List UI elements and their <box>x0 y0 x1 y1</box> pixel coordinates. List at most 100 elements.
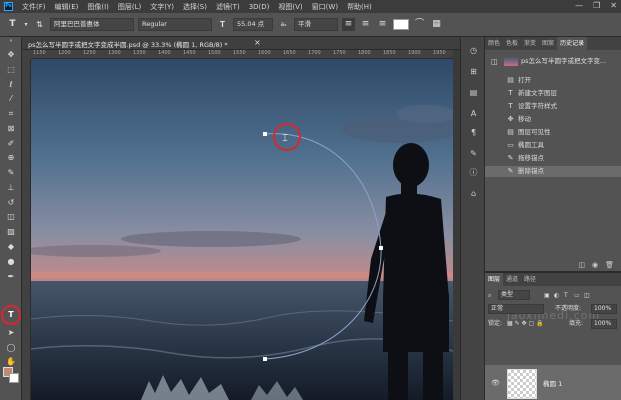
align-center-icon[interactable]: ≡ <box>359 18 372 31</box>
history-item[interactable]: T 新建文字图层 <box>485 88 621 99</box>
minimize-button[interactable]: — <box>575 1 583 10</box>
align-left-icon[interactable]: ≡ <box>342 18 355 31</box>
history-brush-tool-icon[interactable]: ↺ <box>4 197 18 209</box>
align-right-icon[interactable]: ≡ <box>376 18 389 31</box>
glyphs-panel-icon[interactable]: ⌂ <box>468 188 479 199</box>
ruler-origin[interactable] <box>22 50 31 59</box>
brush-tool-icon[interactable]: ✎ <box>4 167 18 179</box>
fill-field[interactable]: 100% <box>591 319 617 329</box>
history-item[interactable]: ✎ 拖移锚点 <box>485 153 621 164</box>
magic-wand-tool-icon[interactable]: ⁄ <box>4 93 18 105</box>
properties-panel-icon[interactable]: ⊞ <box>468 66 479 77</box>
history-item[interactable]: T 设置字符样式 <box>485 101 621 112</box>
menu-edit[interactable]: 编辑(E) <box>55 2 79 12</box>
path-selection-tool-icon[interactable]: ➤ <box>4 327 18 339</box>
history-item[interactable]: ▤ 图层可见性 <box>485 127 621 138</box>
lock-position-icon[interactable]: ✥ <box>522 320 527 327</box>
ellipse-tool-icon[interactable]: ◯ <box>4 342 18 354</box>
text-color-swatch[interactable] <box>393 19 409 30</box>
dodge-tool-icon[interactable]: ● <box>4 256 18 268</box>
menu-3d[interactable]: 3D(D) <box>249 3 270 11</box>
filter-smart-object-icon[interactable]: ◫ <box>584 290 590 301</box>
tab-color[interactable]: 颜色 <box>485 37 503 50</box>
tab-history[interactable]: 历史记录 <box>557 37 588 50</box>
menu-help[interactable]: 帮助(H) <box>347 2 372 12</box>
brush-settings-panel-icon[interactable]: ✎ <box>468 148 479 159</box>
warp-text-icon[interactable]: ⌒ <box>413 18 426 31</box>
menu-window[interactable]: 窗口(W) <box>312 2 338 12</box>
text-orientation-icon[interactable]: ⇅ <box>33 18 46 31</box>
antialias-select[interactable]: 平滑 <box>294 18 338 31</box>
document-tab[interactable]: ps怎么写半圆字或把文字变成半圆.psd @ 33.3% (椭圆 1, RGB/… <box>22 37 460 50</box>
font-size-select[interactable]: 55.04 点 <box>233 18 273 31</box>
filter-pixel-icon[interactable]: ▣ <box>544 290 550 301</box>
filter-shape-icon[interactable]: ▭ <box>574 290 580 301</box>
history-item[interactable]: ▤ 打开 <box>485 75 621 86</box>
character-panel-icon[interactable]: A <box>468 108 479 119</box>
lock-artboard-icon[interactable]: ▢ <box>529 320 535 327</box>
eyedropper-tool-icon[interactable]: ✐ <box>4 138 18 150</box>
tab-layers[interactable]: 图层 <box>485 273 504 286</box>
menu-type[interactable]: 文字(Y) <box>150 2 174 12</box>
gradient-tool-icon[interactable]: ▨ <box>4 226 18 238</box>
eraser-tool-icon[interactable]: ◫ <box>4 211 18 223</box>
restore-button[interactable]: ❐ <box>593 1 600 10</box>
eye-icon[interactable]: 👁 <box>491 379 500 387</box>
clone-stamp-tool-icon[interactable]: ⊥ <box>4 182 18 194</box>
menu-file[interactable]: 文件(F) <box>22 2 46 12</box>
chevron-down-icon[interactable]: ▾ <box>23 18 29 31</box>
collapse-toolbar-icon[interactable]: » <box>4 38 18 44</box>
tab-channels[interactable]: 通道 <box>503 273 521 286</box>
history-item[interactable]: ▭ 椭圆工具 <box>485 140 621 151</box>
layer-kind-select[interactable]: 类型 <box>498 290 530 300</box>
new-document-from-state-icon[interactable]: ◫ <box>578 259 585 271</box>
vertical-scrollbar[interactable] <box>453 50 460 400</box>
menu-view[interactable]: 视图(V) <box>278 2 302 12</box>
character-panel-icon[interactable]: ▦ <box>430 18 443 31</box>
tab-paths[interactable]: 路径 <box>521 273 539 286</box>
filter-adjustment-icon[interactable]: ◐ <box>554 290 559 301</box>
blend-mode-select[interactable]: 正常 <box>488 304 544 314</box>
ruler-tick: 1850 <box>383 50 396 56</box>
menu-image[interactable]: 图像(I) <box>87 2 109 12</box>
font-style-select[interactable]: Regular <box>138 18 212 31</box>
info-panel-icon[interactable]: ⓘ <box>468 167 479 178</box>
background-color-swatch[interactable] <box>9 373 19 383</box>
close-document-icon[interactable]: × <box>254 38 261 47</box>
canvas-image[interactable]: ⌶ <box>31 59 453 400</box>
tab-patterns[interactable]: 图案 <box>539 37 557 50</box>
layer-name[interactable]: 椭圆 1 <box>543 378 562 388</box>
font-family-select[interactable]: 阿里巴巴普惠体 <box>50 18 134 31</box>
tab-gradients[interactable]: 渐变 <box>521 37 539 50</box>
crop-tool-icon[interactable]: ⌗ <box>4 108 18 120</box>
lock-transparent-icon[interactable]: ▦ <box>507 320 513 327</box>
blur-tool-icon[interactable]: ◆ <box>4 241 18 253</box>
camera-icon[interactable]: ◉ <box>592 259 598 271</box>
marquee-tool-icon[interactable]: ⬚ <box>4 64 18 76</box>
adjustments-panel-icon[interactable]: ▤ <box>468 87 479 98</box>
history-footer: ◫ ◉ 🗑 <box>485 259 621 271</box>
healing-brush-tool-icon[interactable]: ⊕ <box>4 152 18 164</box>
history-item-selected[interactable]: ✎ 删除锚点 <box>485 166 621 177</box>
trash-icon[interactable]: 🗑 <box>605 259 614 271</box>
lock-pixels-icon[interactable]: ✎ <box>515 320 520 327</box>
lock-all-icon[interactable]: 🔒 <box>536 320 543 327</box>
filter-type-icon[interactable]: T <box>564 290 568 301</box>
history-snapshot[interactable]: ◫ ps怎么写半圆字或把文字变... <box>485 54 621 69</box>
tab-swatches[interactable]: 色板 <box>503 37 521 50</box>
pen-tool-icon[interactable]: ✒ <box>4 271 18 283</box>
move-tool-icon[interactable]: ✥ <box>4 49 18 61</box>
menu-filter[interactable]: 滤镜(T) <box>216 2 240 12</box>
opacity-field[interactable]: 100% <box>591 304 617 314</box>
history-item[interactable]: ✥ 移动 <box>485 114 621 125</box>
type-tool-preset-icon[interactable]: T <box>6 18 19 31</box>
close-window-button[interactable]: ✕ <box>610 1 617 10</box>
paragraph-panel-icon[interactable]: ¶ <box>468 127 479 138</box>
document-canvas[interactable]: ⌶ <box>31 59 453 400</box>
frame-tool-icon[interactable]: ⊠ <box>4 123 18 135</box>
history-panel-icon[interactable]: ◷ <box>468 45 479 56</box>
menu-select[interactable]: 选择(S) <box>183 2 207 12</box>
lasso-tool-icon[interactable]: ℓ <box>4 79 18 91</box>
menu-layer[interactable]: 图层(L) <box>118 2 141 12</box>
layer-row[interactable]: 👁 椭圆 1 <box>485 365 621 400</box>
